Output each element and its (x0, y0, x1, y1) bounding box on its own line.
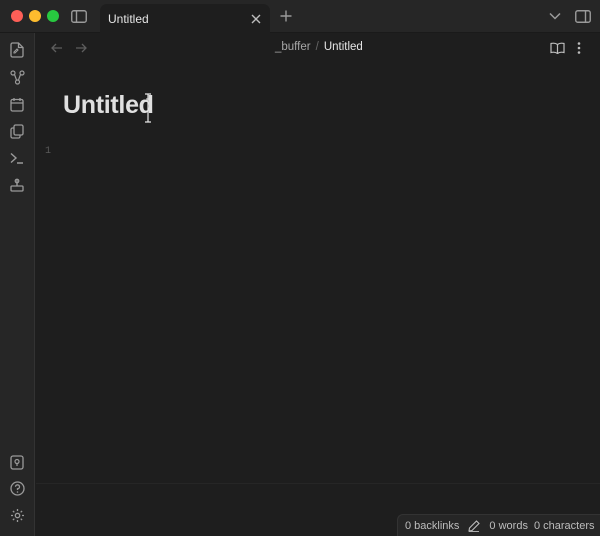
line-number: 1 (45, 146, 52, 157)
sidebar-left-icon[interactable] (68, 6, 90, 26)
breadcrumb-separator: / (315, 41, 319, 53)
window-maximize-button[interactable] (47, 10, 59, 22)
plus-icon[interactable] (276, 6, 296, 26)
note-title[interactable]: Untitled (63, 91, 154, 120)
close-icon[interactable] (246, 9, 266, 29)
ribbon (0, 33, 35, 536)
calendar-icon[interactable] (6, 93, 28, 115)
help-icon[interactable] (6, 477, 28, 499)
breadcrumb: _buffer / Untitled (275, 41, 363, 53)
sidebar-right-icon[interactable] (572, 6, 594, 26)
arrow-left-icon[interactable] (48, 39, 66, 57)
terminal-icon[interactable] (6, 147, 28, 169)
character-count: 0 characters (533, 519, 595, 532)
copy-icon[interactable] (6, 120, 28, 142)
stamp-icon[interactable] (6, 174, 28, 196)
settings-icon[interactable] (6, 504, 28, 526)
graph-icon[interactable] (6, 66, 28, 88)
editor-pane: _buffer / Untitled Untitled 1 (36, 33, 600, 536)
status-bar: 0 backlinks 0 words 0 characters (397, 514, 600, 536)
chevron-down-icon[interactable] (545, 6, 565, 26)
files-icon[interactable] (6, 39, 28, 61)
tab-untitled[interactable]: Untitled (100, 4, 270, 33)
breadcrumb-file[interactable]: Untitled (324, 41, 363, 53)
vault-map-icon[interactable] (6, 451, 28, 473)
divider (36, 483, 600, 484)
window-minimize-button[interactable] (29, 10, 41, 22)
window-close-button[interactable] (11, 10, 23, 22)
arrow-right-icon[interactable] (72, 39, 90, 57)
title-bar: Untitled (0, 0, 600, 33)
pencil-icon[interactable] (467, 519, 481, 533)
book-open-icon[interactable] (548, 39, 566, 57)
text-cursor-icon (143, 93, 153, 123)
breadcrumb-folder[interactable]: _buffer (275, 41, 311, 53)
backlinks-count[interactable]: 0 backlinks (405, 520, 459, 532)
word-count: 0 words (489, 519, 528, 532)
more-vertical-icon[interactable] (572, 39, 586, 57)
tab-label: Untitled (108, 11, 149, 26)
